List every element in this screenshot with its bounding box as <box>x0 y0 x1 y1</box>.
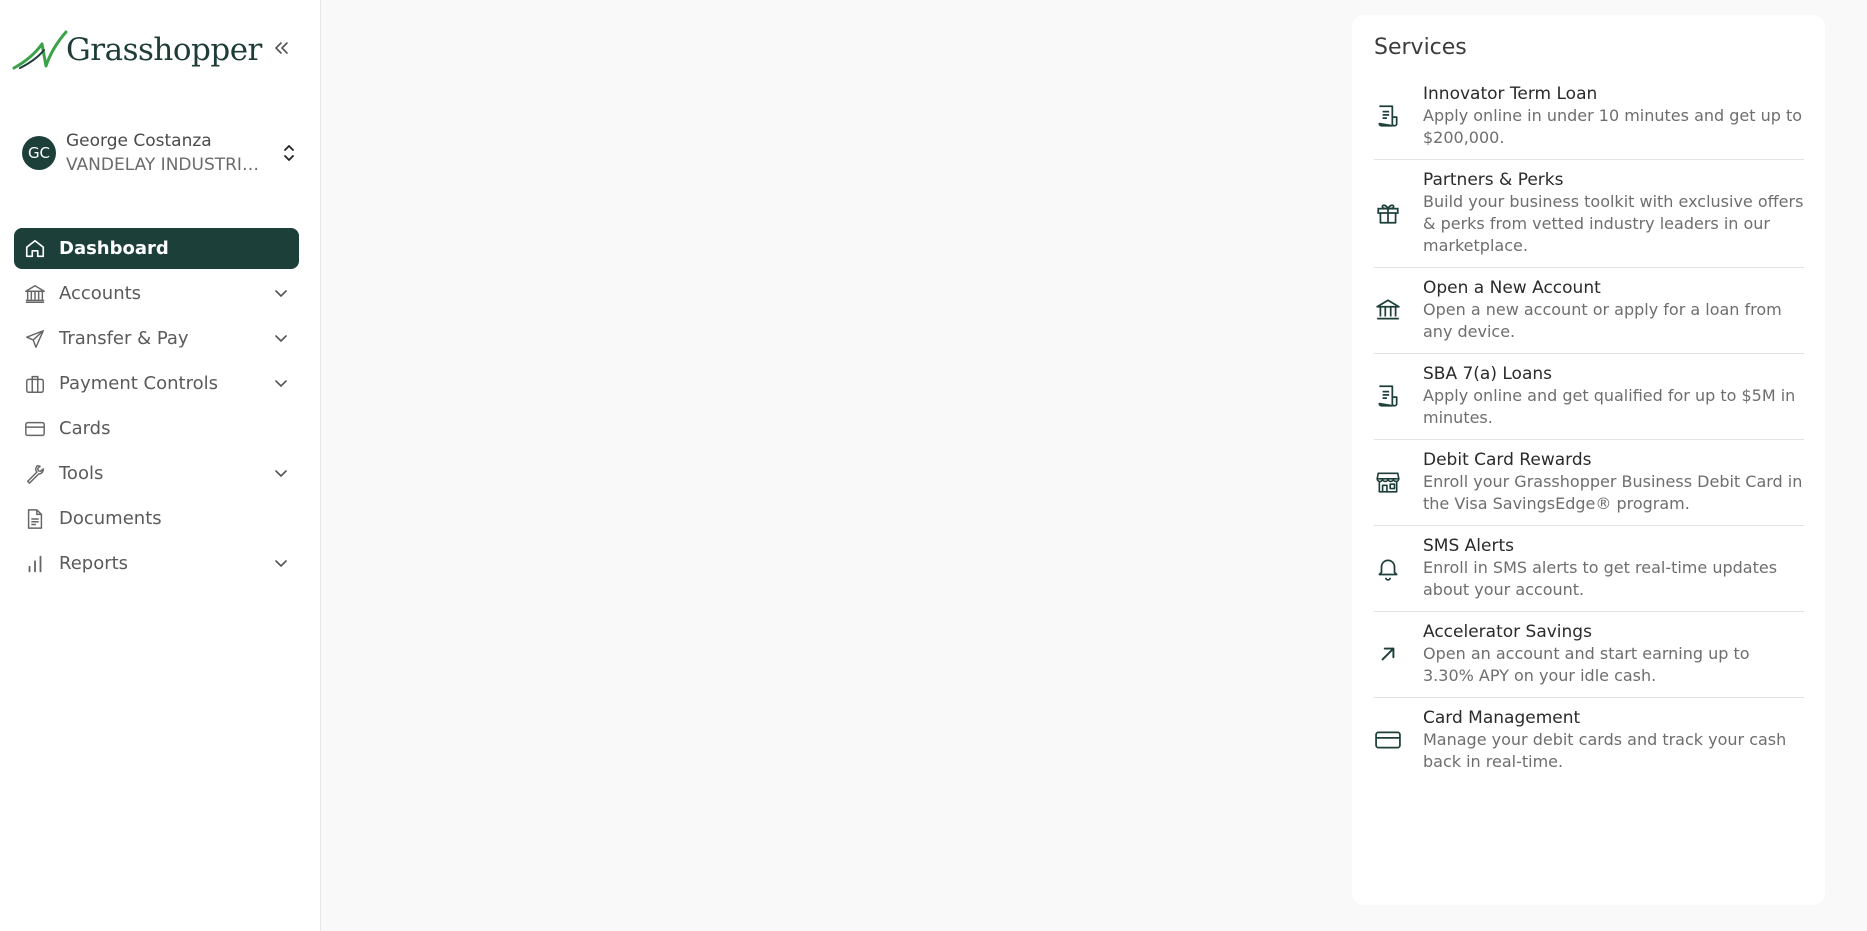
bell-icon <box>1374 554 1402 582</box>
service-title: SBA 7(a) Loans <box>1423 364 1553 384</box>
service-innovator-term-loan[interactable]: Innovator Term Loan Apply online in unde… <box>1374 74 1804 160</box>
brand-name: Grasshopper <box>66 32 262 68</box>
brand-logo[interactable]: Grasshopper <box>12 28 262 72</box>
nav-item-documents[interactable]: Documents <box>14 498 299 539</box>
chevron-down-icon <box>273 376 289 392</box>
service-title: Accelerator Savings <box>1423 622 1592 642</box>
nav-label: Dashboard <box>59 238 169 259</box>
nav-label: Accounts <box>59 283 142 304</box>
card-icon <box>23 417 47 441</box>
nav-item-cards[interactable]: Cards <box>14 408 299 449</box>
chevrons-left-icon <box>275 42 288 54</box>
nav-item-accounts[interactable]: Accounts <box>14 273 299 314</box>
receipt-icon <box>1374 102 1402 130</box>
service-title: Innovator Term Loan <box>1423 84 1598 104</box>
document-icon <box>23 507 47 531</box>
nav-label: Tools <box>59 463 104 484</box>
nav-label: Documents <box>59 508 162 529</box>
service-title: Partners & Perks <box>1423 170 1564 190</box>
nav-item-reports[interactable]: Reports <box>14 543 299 584</box>
sidebar: Grasshopper GC George Costanza VANDELAY … <box>0 0 321 931</box>
send-icon <box>23 327 47 351</box>
service-title: Open a New Account <box>1423 278 1601 298</box>
service-partners-perks[interactable]: Partners & Perks Build your business too… <box>1374 160 1804 268</box>
nav-item-tools[interactable]: Tools <box>14 453 299 494</box>
user-name: George Costanza <box>66 131 212 151</box>
chevron-down-icon <box>273 286 289 302</box>
services-title: Services <box>1374 35 1467 60</box>
service-title: Debit Card Rewards <box>1423 450 1592 470</box>
store-icon <box>1374 468 1402 496</box>
service-desc: Apply online in under 10 minutes and get… <box>1423 106 1803 147</box>
user-org: VANDELAY INDUSTRIES <box>66 155 262 175</box>
chevron-down-icon <box>273 556 289 572</box>
service-card-management[interactable]: Card Management Manage your debit cards … <box>1374 698 1804 783</box>
receipt-icon <box>1374 382 1402 410</box>
home-icon <box>23 237 47 261</box>
nav-item-transfer-pay[interactable]: Transfer & Pay <box>14 318 299 359</box>
service-desc: Enroll in SMS alerts to get real-time up… <box>1423 558 1778 599</box>
bank-icon <box>23 282 47 306</box>
service-desc: Open a new account or apply for a loan f… <box>1423 300 1782 341</box>
service-debit-card-rewards[interactable]: Debit Card Rewards Enroll your Grasshopp… <box>1374 440 1804 526</box>
service-sba-loans[interactable]: SBA 7(a) Loans Apply online and get qual… <box>1374 354 1804 440</box>
nav-label: Transfer & Pay <box>59 328 189 349</box>
service-accelerator-savings[interactable]: Accelerator Savings Open an account and … <box>1374 612 1804 698</box>
service-sms-alerts[interactable]: SMS Alerts Enroll in SMS alerts to get r… <box>1374 526 1804 612</box>
service-title: SMS Alerts <box>1423 536 1514 556</box>
arrow-up-right-icon <box>1374 640 1402 668</box>
nav-item-payment-controls[interactable]: Payment Controls <box>14 363 299 404</box>
chevron-down-icon <box>273 466 289 482</box>
service-desc: Open an account and start earning up to … <box>1423 644 1750 685</box>
nav-label: Reports <box>59 553 129 574</box>
user-switcher[interactable]: GC George Costanza VANDELAY INDUSTRIES <box>22 128 298 178</box>
wrench-icon <box>23 462 47 486</box>
avatar: GC <box>22 136 56 170</box>
nav-item-dashboard[interactable]: Dashboard <box>14 228 299 269</box>
service-desc: Manage your debit cards and track your c… <box>1423 730 1787 771</box>
bar-chart-icon <box>23 552 47 576</box>
services-panel: Services Innovator Term Loan Apply onlin… <box>1352 15 1825 905</box>
briefcase-icon <box>23 372 47 396</box>
service-desc: Enroll your Grasshopper Business Debit C… <box>1423 472 1803 513</box>
service-title: Card Management <box>1423 708 1581 728</box>
card-icon <box>1374 726 1402 754</box>
gift-icon <box>1374 199 1402 227</box>
main-nav: Dashboard Accounts Transfer & Pay Paymen… <box>14 228 299 588</box>
nav-label: Cards <box>59 418 111 439</box>
service-desc: Apply online and get qualified for up to… <box>1423 386 1796 427</box>
bank-icon <box>1374 296 1402 324</box>
chevron-down-icon <box>273 331 289 347</box>
chevron-up-down-icon[interactable] <box>280 141 298 165</box>
grasshopper-logo-icon <box>12 30 68 70</box>
nav-label: Payment Controls <box>59 373 218 394</box>
service-open-new-account[interactable]: Open a New Account Open a new account or… <box>1374 268 1804 354</box>
service-desc: Build your business toolkit with exclusi… <box>1423 192 1804 255</box>
collapse-sidebar-button[interactable] <box>270 36 292 60</box>
